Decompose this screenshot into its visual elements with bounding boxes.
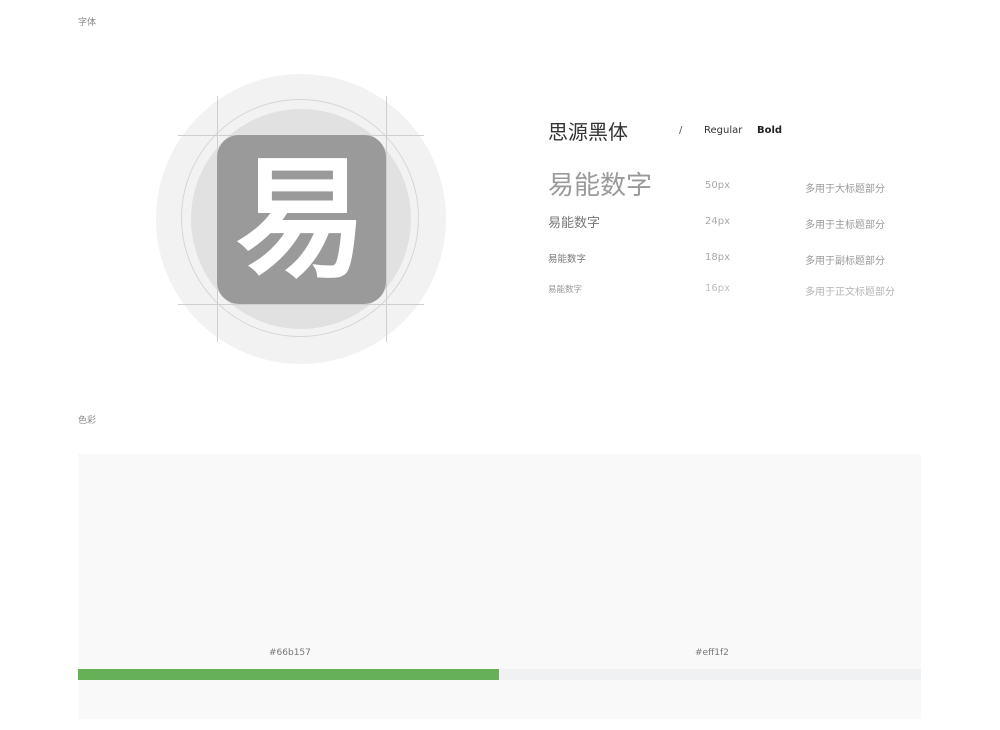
section-label-color: 色彩	[78, 416, 97, 426]
swatch-bar-green	[78, 669, 499, 680]
type-usage-16: 多用于正文标题部分	[805, 287, 895, 298]
logo-guide-line-bottom	[178, 304, 424, 305]
type-size-50: 50px	[705, 180, 730, 191]
type-usage-18: 多用于副标题部分	[805, 256, 885, 267]
logo-construction: 易	[156, 74, 446, 364]
app-logo-icon: 易	[217, 135, 386, 304]
weight-separator: /	[679, 125, 683, 136]
type-sample-18: 易能数字	[548, 254, 587, 265]
type-size-16: 16px	[705, 283, 730, 294]
weight-regular: Regular	[704, 125, 743, 136]
weight-bold: Bold	[757, 125, 783, 136]
swatch-label-gray: #eff1f2	[695, 648, 729, 658]
logo-glyph: 易	[235, 142, 368, 297]
type-size-24: 24px	[705, 216, 730, 227]
type-size-18: 18px	[705, 252, 730, 263]
logo-guide-line-right	[386, 96, 387, 342]
type-sample-16: 易能数字	[548, 285, 583, 295]
type-usage-50: 多用于大标题部分	[805, 184, 885, 195]
type-sample-24: 易能数字	[548, 216, 601, 231]
swatch-label-green: #66b157	[269, 648, 311, 658]
type-sample-50: 易能数字	[548, 171, 653, 201]
type-usage-24: 多用于主标题部分	[805, 220, 885, 231]
swatch-bar-gray	[499, 669, 921, 680]
font-family-name: 思源黑体	[548, 120, 628, 144]
section-label-font: 字体	[78, 18, 97, 28]
